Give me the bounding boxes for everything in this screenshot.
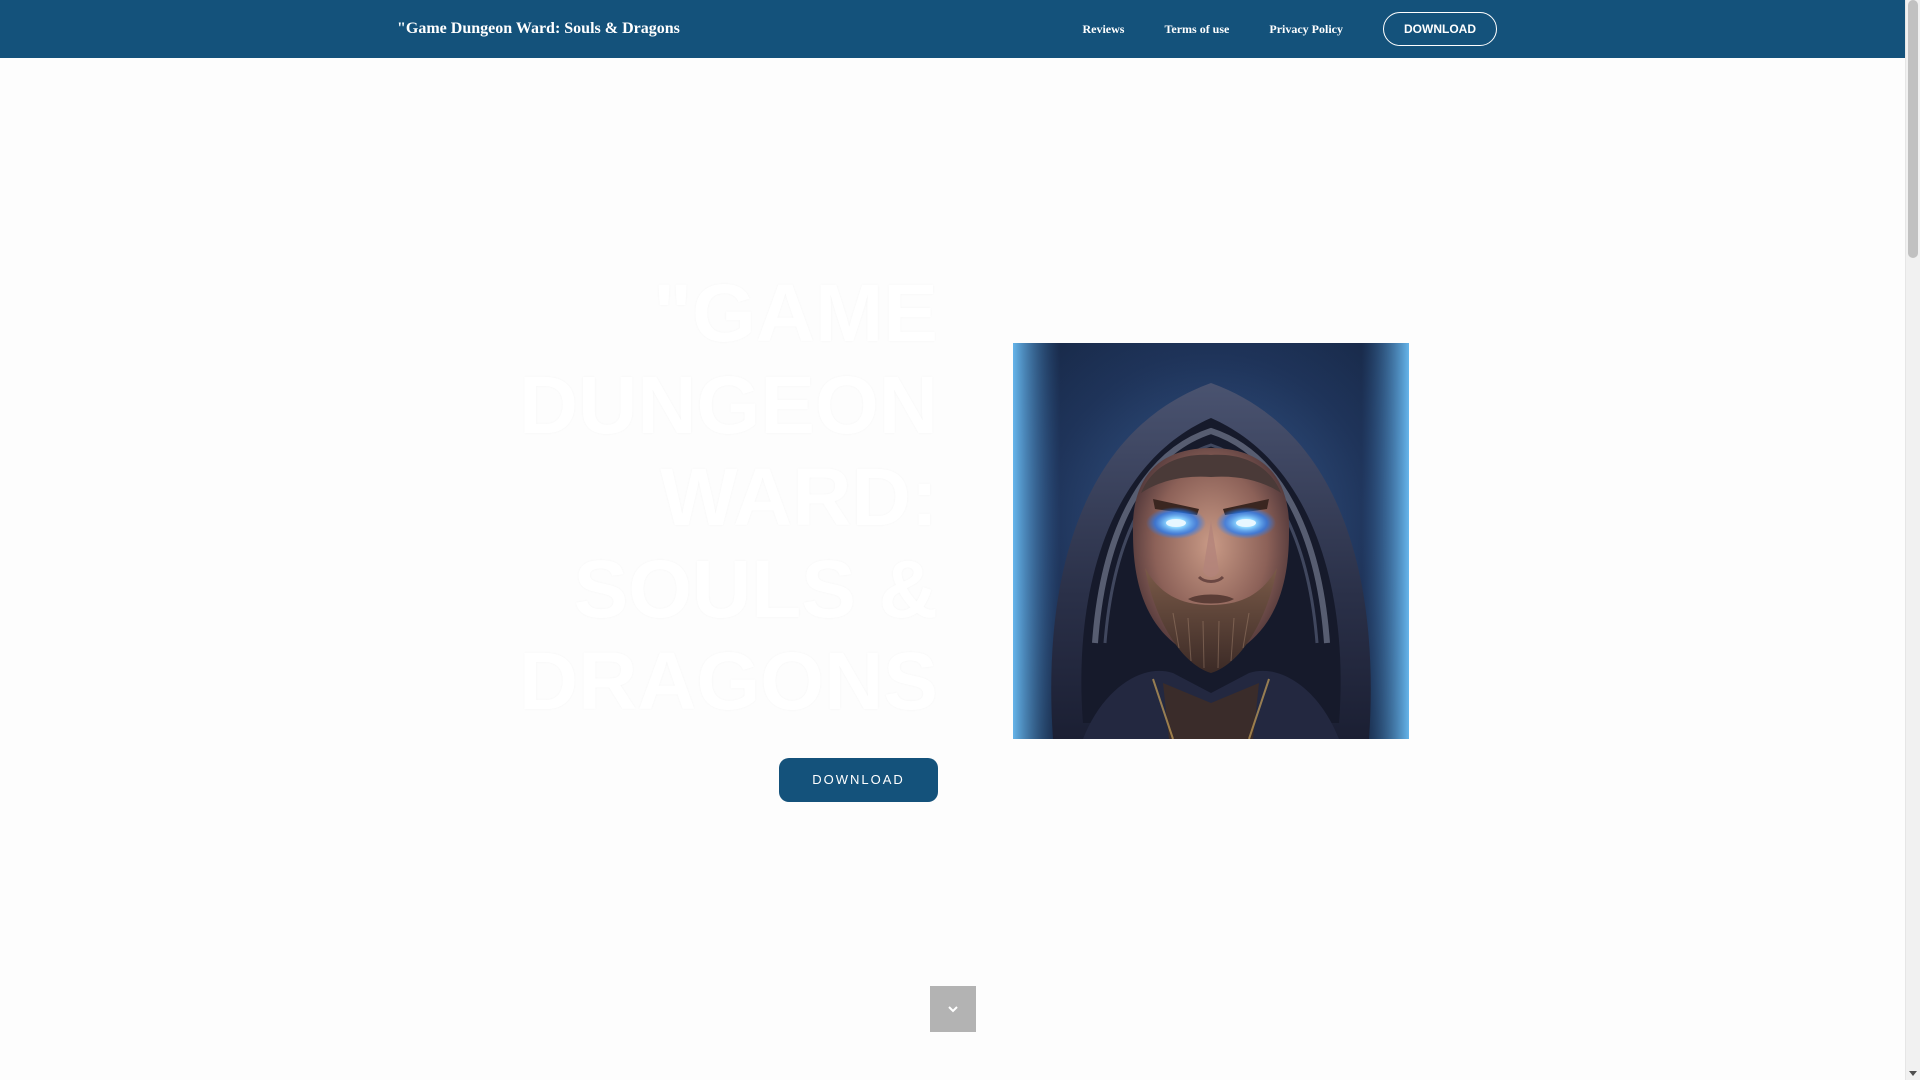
nav-link-terms-of-use[interactable]: Terms of use [1164,22,1229,37]
scroll-down-button[interactable] [930,986,976,1032]
nav-link-reviews[interactable]: Reviews [1082,22,1124,37]
nav-download-button[interactable]: DOWNLOAD [1383,12,1497,46]
scrollbar-arrow-down-icon[interactable] [1909,1071,1917,1076]
brand-link[interactable]: "Game Dungeon Ward: Souls & Dragons [397,0,680,58]
hero-download-button[interactable]: DOWNLOAD [779,758,938,802]
hooded-warrior-portrait-icon [1013,343,1409,739]
landing-page: "Game Dungeon Ward: Souls & Dragons Revi… [0,0,1920,1080]
top-navbar: "Game Dungeon Ward: Souls & Dragons Revi… [0,0,1905,58]
scrollbar-thumb[interactable] [1908,0,1918,258]
chevron-down-icon [948,1006,958,1013]
hero-title: "Game Dungeon Ward: Souls & Dragons [518,268,938,727]
hero-game-image [1013,343,1409,739]
nav-links: Reviews Terms of use Privacy Policy DOWN… [1082,0,1497,58]
nav-link-privacy-policy[interactable]: Privacy Policy [1269,22,1343,37]
page-scrollbar[interactable] [1905,0,1920,1080]
